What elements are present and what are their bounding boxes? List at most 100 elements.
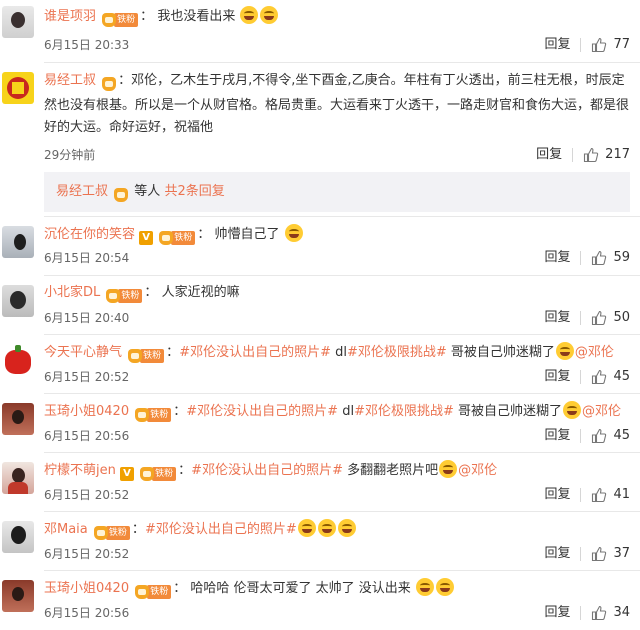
username-link[interactable]: 小北家DL: [44, 285, 100, 300]
fan-badge[interactable]: 铁粉: [102, 10, 139, 30]
mention-link[interactable]: @邓伦: [458, 463, 497, 478]
divider: [44, 452, 640, 453]
username-link[interactable]: 玉琦小姐0420: [44, 581, 129, 596]
reply-button[interactable]: 回复: [544, 309, 570, 327]
divider: [44, 511, 640, 512]
crown-icon: [93, 525, 108, 540]
hashtag-link[interactable]: #邓伦极限挑战#: [347, 345, 447, 360]
fan-badge[interactable]: 铁粉: [140, 464, 177, 484]
username-link[interactable]: 柠檬不萌jen: [44, 463, 116, 478]
avatar[interactable]: [2, 403, 34, 435]
crown-icon: [135, 584, 150, 599]
fan-badge[interactable]: 铁粉: [93, 523, 130, 543]
comment-text: 小北家DL 铁粉： 人家近视的嘛: [44, 283, 634, 306]
username-link[interactable]: 易经工叔: [44, 73, 96, 88]
avatar[interactable]: [2, 344, 34, 376]
hashtag-link[interactable]: #邓伦没认出自己的照片#: [179, 345, 331, 360]
comment-text: 柠檬不萌jen V 铁粉 ：#邓伦没认出自己的照片# 多翻翻老照片吧 @邓伦: [44, 460, 634, 484]
reply-button[interactable]: 回复: [544, 368, 570, 386]
timestamp: 6月15日 20:52: [44, 547, 130, 561]
username-link[interactable]: 谁是项羽: [44, 9, 96, 24]
fan-badge[interactable]: 铁粉: [159, 228, 196, 248]
timestamp: 29分钟前: [44, 148, 96, 162]
timestamp: 6月15日 20:40: [44, 311, 130, 325]
avatar[interactable]: [2, 226, 34, 258]
like-count: 59: [613, 250, 630, 265]
avatar[interactable]: [2, 6, 34, 38]
fan-badge[interactable]: [102, 73, 117, 95]
timestamp: 6月15日 20:56: [44, 606, 130, 620]
mention-link[interactable]: @邓伦: [582, 404, 621, 419]
avatar[interactable]: [2, 462, 34, 494]
thumbs-up-icon[interactable]: [583, 147, 599, 163]
avatar[interactable]: [2, 580, 34, 612]
reply-button[interactable]: 回复: [544, 249, 570, 267]
divider: [44, 216, 640, 217]
comment-actions: 回复 217: [536, 146, 630, 164]
thumbs-up-icon[interactable]: [591, 487, 607, 503]
like-count: 50: [613, 310, 630, 325]
comment-text: 易经工叔 ：邓伦，乙木生于戌月,不得令,坐下酉金,乙庚合。年柱有丁火透出，前三柱…: [44, 73, 630, 135]
fan-badge[interactable]: 铁粉: [135, 405, 172, 425]
thumbs-up-icon[interactable]: [591, 546, 607, 562]
comment-actions: 回复 50: [544, 309, 630, 327]
reply-button[interactable]: 回复: [544, 427, 570, 445]
thumbs-up-icon[interactable]: [591, 37, 607, 53]
crown-icon: [102, 76, 117, 91]
fan-badge[interactable]: 铁粉: [128, 346, 165, 366]
username-link[interactable]: 沉伦在你的笑容: [44, 227, 135, 242]
laugh-emoji-icon: [563, 401, 581, 419]
crown-icon: [106, 288, 121, 303]
crown-icon: [128, 348, 143, 363]
reply-button[interactable]: 回复: [544, 545, 570, 563]
username-link[interactable]: 易经工叔: [56, 184, 108, 199]
username-link[interactable]: 玉琦小姐0420: [44, 404, 129, 419]
reply-button[interactable]: 回复: [536, 146, 562, 164]
username-link[interactable]: 邓Maia: [44, 522, 88, 537]
thumbs-up-icon[interactable]: [591, 369, 607, 385]
reply-button[interactable]: 回复: [544, 486, 570, 504]
like-count: 45: [613, 369, 630, 384]
comment-actions: 回复 34: [544, 604, 630, 622]
divider: [44, 334, 640, 335]
crown-icon: [159, 230, 174, 245]
reply-button[interactable]: 回复: [544, 36, 570, 54]
sub-replies-box[interactable]: 易经工叔 等人 共2条回复: [44, 172, 630, 212]
hashtag-link[interactable]: #邓伦没认出自己的照片#: [145, 522, 297, 537]
fan-badge[interactable]: 铁粉: [106, 286, 143, 306]
thumbs-up-icon[interactable]: [591, 605, 607, 621]
hashtag-link[interactable]: #邓伦没认出自己的照片#: [186, 404, 338, 419]
divider: [580, 547, 582, 561]
divider: [44, 62, 640, 63]
laugh-emoji-icon: [439, 460, 458, 478]
timestamp: 6月15日 20:56: [44, 429, 130, 443]
avatar[interactable]: [2, 521, 34, 553]
divider: [44, 570, 640, 571]
like-count: 37: [613, 546, 630, 561]
comment-actions: 回复 45: [544, 427, 630, 445]
hashtag-link[interactable]: #邓伦没认出自己的照片#: [191, 463, 343, 478]
thumbs-up-icon[interactable]: [591, 428, 607, 444]
thumbs-up-icon[interactable]: [591, 250, 607, 266]
reply-button[interactable]: 回复: [544, 604, 570, 622]
vip-badge[interactable]: V: [120, 467, 134, 481]
fan-badge: [114, 175, 129, 215]
vip-badge[interactable]: V: [139, 231, 154, 245]
username-link[interactable]: 今天平心静气: [44, 345, 122, 360]
comment-text: 玉琦小姐0420 铁粉： 哈哈哈 伦哥太可爱了 太帅了 没认出来: [44, 578, 634, 602]
timestamp: 6月15日 20:52: [44, 488, 130, 502]
hashtag-link[interactable]: #邓伦极限挑战#: [354, 404, 454, 419]
like-count: 45: [613, 428, 630, 443]
mention-link[interactable]: @邓伦: [575, 345, 614, 360]
thumbs-up-icon[interactable]: [591, 310, 607, 326]
laugh-emoji-icon: [555, 342, 574, 360]
divider: [44, 275, 640, 276]
timestamp: 6月15日 20:54: [44, 251, 130, 265]
fan-badge[interactable]: 铁粉: [135, 582, 172, 602]
comment-actions: 回复 45: [544, 368, 630, 386]
avatar[interactable]: [2, 72, 34, 104]
view-replies-link[interactable]: 共2条回复: [164, 184, 224, 199]
avatar[interactable]: [2, 285, 34, 317]
crown-icon: [135, 407, 150, 422]
timestamp: 6月15日 20:52: [44, 370, 130, 384]
